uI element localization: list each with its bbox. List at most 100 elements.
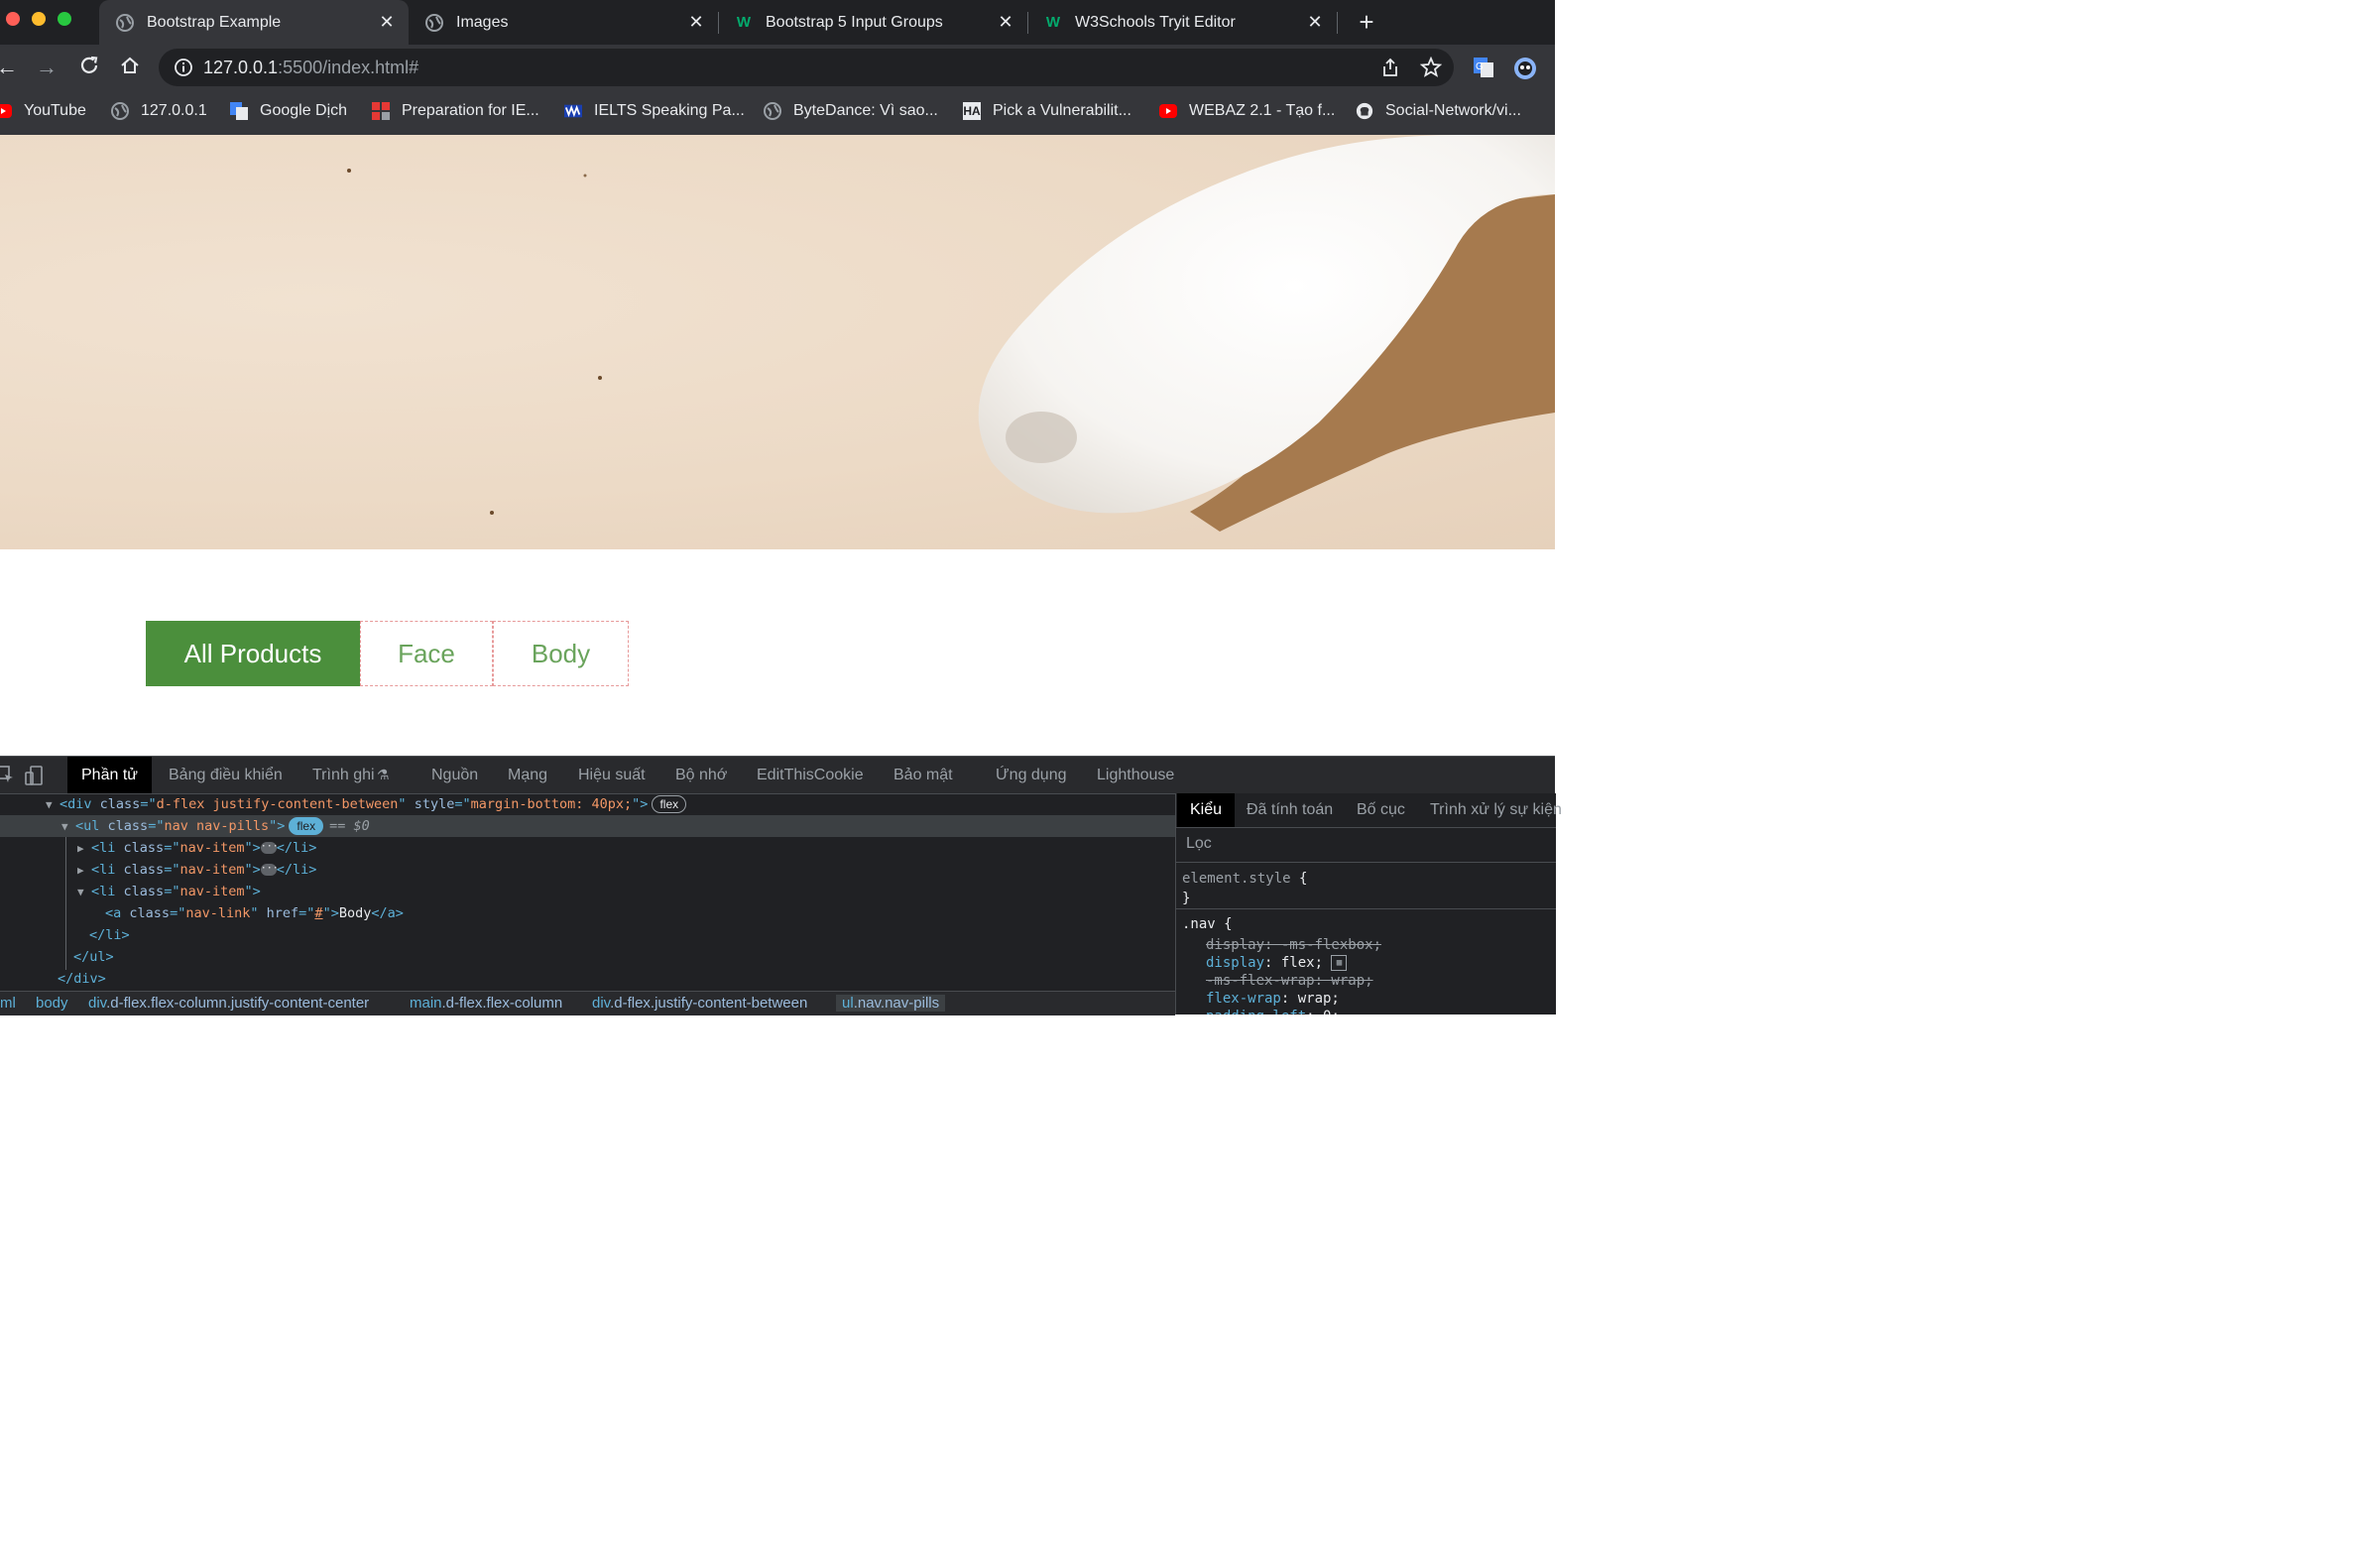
close-tag: </ul> — [73, 949, 114, 965]
bookmark-youtube[interactable]: YouTube — [0, 100, 86, 122]
close-tab-icon[interactable]: ✕ — [1305, 12, 1325, 32]
devtools-tab-security[interactable]: Bảo mật — [893, 757, 953, 793]
css-property[interactable]: display: flex; ▦ — [1206, 955, 1348, 971]
flex-badge[interactable]: flex — [289, 817, 324, 835]
expand-triangle-icon[interactable]: ▼ — [46, 794, 60, 816]
bookmark-ielts-speaking[interactable]: IELTS Speaking Pa... — [564, 100, 745, 122]
attr-value: nav-link — [185, 905, 251, 921]
css-prop-value: wrap; — [1297, 991, 1340, 1007]
devtools-tab-editthiscookie[interactable]: EditThisCookie — [757, 757, 864, 793]
info-icon[interactable] — [174, 58, 193, 82]
attr-name: class — [123, 840, 165, 856]
styles-tab-styles[interactable]: Kiểu — [1177, 793, 1236, 827]
collapsed-triangle-icon[interactable]: ▶ — [77, 860, 91, 882]
close-tab-icon[interactable]: ✕ — [996, 12, 1015, 32]
dom-node-li[interactable]: ▶ <li class="nav-item">···</li> — [0, 859, 1252, 881]
devtools-tab-recorder[interactable]: Trình ghi — [312, 757, 375, 793]
pill-face[interactable]: Face — [360, 621, 493, 686]
close-window-button[interactable] — [6, 12, 20, 26]
profile-avatar-icon[interactable] — [1513, 57, 1537, 85]
dom-node-ul-selected[interactable]: ▼ <ul class="nav nav-pills"> flex == $0 — [0, 815, 1237, 837]
breadcrumb-item[interactable]: ml — [0, 995, 16, 1012]
ellipsis-icon[interactable]: ··· — [260, 842, 279, 854]
breadcrumb-item[interactable]: main.d-flex.flex-column — [410, 995, 562, 1012]
dom-node-li-expanded[interactable]: ▼ <li class="nav-item"> — [0, 881, 1252, 902]
styles-tab-bar: Kiểu Đã tính toán Bố cục Trình xử lý sự … — [1176, 793, 1562, 828]
devtools-tab-lighthouse[interactable]: Lighthouse — [1097, 757, 1174, 793]
dom-node-a[interactable]: <a class="nav-link" href="#">Body</a> — [0, 902, 1280, 924]
flex-badge[interactable]: flex — [652, 795, 687, 813]
tag-name: a — [113, 905, 122, 921]
devtools-tab-memory[interactable]: Bộ nhớ — [675, 757, 727, 793]
bookmark-preparation-ielts[interactable]: Preparation for IE... — [372, 100, 539, 122]
google-translate-extension-icon[interactable]: G — [1473, 57, 1494, 83]
expand-triangle-icon[interactable]: ▼ — [61, 816, 75, 838]
devtools-tab-application[interactable]: Ứng dụng — [996, 757, 1067, 793]
close-tab-icon[interactable]: ✕ — [686, 12, 706, 32]
bookmark-localhost[interactable]: 127.0.0.1 — [111, 100, 207, 122]
home-icon[interactable] — [117, 55, 143, 80]
tab-title: Bootstrap 5 Input Groups — [766, 13, 943, 31]
close-tab-icon[interactable]: ✕ — [377, 12, 397, 32]
expand-triangle-icon[interactable]: ▼ — [77, 882, 91, 903]
address-bar[interactable]: 127.0.0.1:5500/index.html# — [159, 49, 1454, 86]
devtools-tab-performance[interactable]: Hiệu suất — [578, 757, 646, 793]
devtools-tab-sources[interactable]: Nguồn — [431, 757, 478, 793]
browser-tab-images[interactable]: Images ✕ — [409, 0, 718, 45]
dom-close-div: </div> — [0, 968, 1233, 990]
pill-all-products[interactable]: All Products — [146, 621, 360, 686]
back-arrow-icon[interactable]: ← — [0, 55, 20, 80]
browser-tab-w3schools-tryit[interactable]: W W3Schools Tryit Editor ✕ — [1027, 0, 1337, 45]
browser-tab-bootstrap-input-groups[interactable]: W Bootstrap 5 Input Groups ✕ — [718, 0, 1027, 45]
collapsed-triangle-icon[interactable]: ▶ — [77, 838, 91, 860]
devtools-panel: Phần tử Bảng điều khiển Trình ghi ⚗ Nguồ… — [0, 756, 1562, 1015]
share-icon[interactable] — [1380, 58, 1400, 82]
attr-name: class — [99, 796, 141, 812]
bookmark-webaz[interactable]: WEBAZ 2.1 - Tạo f... — [1159, 100, 1335, 122]
pill-body[interactable]: Body — [493, 621, 629, 686]
devtools-tab-elements[interactable]: Phần tử — [67, 757, 152, 793]
reload-icon[interactable] — [76, 55, 102, 80]
styles-tab-computed[interactable]: Đã tính toán — [1247, 793, 1333, 827]
breadcrumb-item[interactable]: div.d-flex.flex-column.justify-content-c… — [88, 995, 369, 1012]
url-text[interactable]: 127.0.0.1:5500/index.html# — [203, 58, 418, 78]
breadcrumb-item[interactable]: div.d-flex.justify-content-between — [592, 995, 807, 1012]
bookmark-label: YouTube — [24, 102, 86, 119]
new-tab-icon[interactable]: + — [1355, 9, 1378, 35]
css-prop-value: flex; — [1280, 955, 1324, 971]
tag-name: a — [387, 905, 396, 921]
bookmark-pick-vulnerability[interactable]: HA Pick a Vulnerabilit... — [963, 100, 1131, 122]
selected-marker: == $0 — [329, 818, 370, 834]
forward-arrow-icon[interactable]: → — [34, 55, 60, 80]
minimize-window-button[interactable] — [32, 12, 46, 26]
attr-value[interactable]: # — [314, 905, 322, 921]
maximize-window-button[interactable] — [58, 12, 71, 26]
css-property-overridden[interactable]: display: -ms-flexbox; — [1206, 937, 1381, 953]
devtools-tab-console[interactable]: Bảng điều khiển — [169, 757, 283, 793]
styles-tab-layout[interactable]: Bố cục — [1357, 793, 1405, 827]
css-property[interactable]: padding-left: 0; — [1206, 1009, 1340, 1014]
css-property-overridden[interactable]: -ms-flex-wrap: wrap; — [1206, 973, 1373, 989]
device-toolbar-icon[interactable] — [24, 766, 44, 790]
ellipsis-icon[interactable]: ··· — [260, 864, 279, 876]
devtools-tab-network[interactable]: Mạng — [508, 757, 547, 793]
browser-tab-bootstrap-example[interactable]: Bootstrap Example ✕ — [99, 0, 409, 45]
url-path: :5500/index.html# — [278, 58, 419, 77]
tag-name: li — [99, 884, 116, 899]
bookmark-star-icon[interactable] — [1419, 56, 1443, 83]
breadcrumb-item[interactable]: body — [36, 995, 68, 1012]
css-property[interactable]: flex-wrap: wrap; — [1206, 991, 1340, 1007]
flexbox-editor-icon[interactable]: ▦ — [1331, 955, 1348, 971]
bookmark-social-network[interactable]: Social-Network/vi... — [1356, 100, 1521, 122]
dom-node-div[interactable]: ▼ <div class="d-flex justify-content-betw… — [0, 793, 1221, 815]
bookmark-bytedance[interactable]: ByteDance: Vì sao... — [764, 100, 938, 122]
dom-node-li[interactable]: ▶ <li class="nav-item">···</li> — [0, 837, 1252, 859]
ha-icon: HA — [963, 102, 981, 120]
bookmark-google-dich[interactable]: Google Dịch — [230, 100, 347, 122]
styles-filter-input[interactable]: Lọc — [1176, 828, 1556, 863]
crumb-class: .d-flex.flex-column — [441, 995, 563, 1012]
inspect-element-icon[interactable] — [0, 766, 14, 788]
styles-tab-event-listeners[interactable]: Trình xử lý sự kiện — [1430, 793, 1562, 827]
crumb-class: .d-flex.flex-column.justify-content-cent… — [106, 995, 370, 1012]
breadcrumb-item-selected[interactable]: ul.nav.nav-pills — [836, 995, 946, 1012]
